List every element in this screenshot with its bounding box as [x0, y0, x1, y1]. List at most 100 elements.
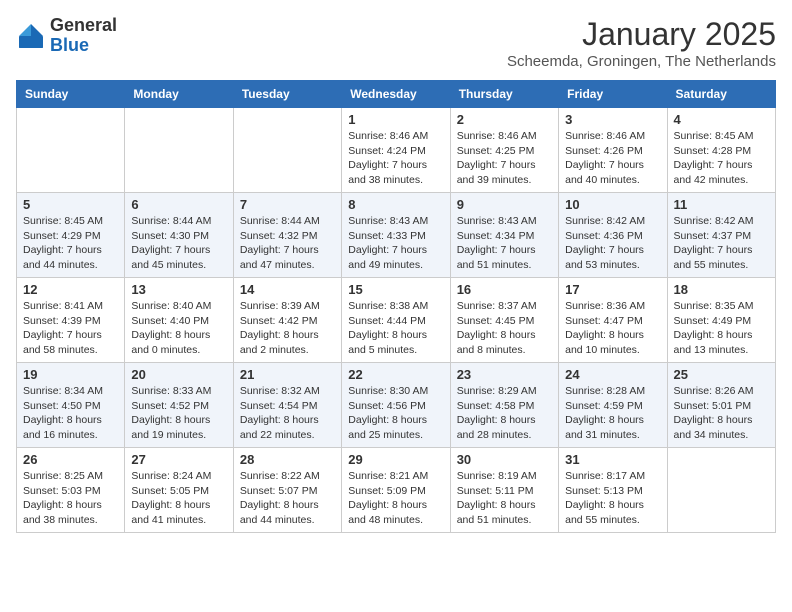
table-row: 28 Sunrise: 8:22 AMSunset: 5:07 PMDayligh… — [233, 448, 341, 533]
col-thursday: Thursday — [450, 81, 558, 108]
day-info: Sunrise: 8:42 AMSunset: 4:36 PMDaylight:… — [565, 214, 660, 273]
col-sunday: Sunday — [17, 81, 125, 108]
logo-icon — [16, 21, 46, 51]
day-info: Sunrise: 8:46 AMSunset: 4:24 PMDaylight:… — [348, 129, 443, 188]
logo-general: General — [50, 15, 117, 35]
table-row: 25 Sunrise: 8:26 AMSunset: 5:01 PMDayligh… — [667, 363, 775, 448]
col-wednesday: Wednesday — [342, 81, 450, 108]
day-number: 18 — [674, 282, 769, 297]
calendar-table: Sunday Monday Tuesday Wednesday Thursday… — [16, 80, 776, 533]
calendar-header-row: Sunday Monday Tuesday Wednesday Thursday… — [17, 81, 776, 108]
table-row: 26Sunrise: 8:25 AMSunset: 5:03 PMDayligh… — [17, 448, 125, 533]
title-block: January 2025 Scheemda, Groningen, The Ne… — [507, 16, 776, 70]
day-number: 16 — [457, 282, 552, 297]
day-info: Sunrise: 8:22 AMSunset: 5:07 PMDaylight:… — [240, 469, 335, 528]
table-row: 6 Sunrise: 8:44 AMSunset: 4:30 PMDaylight… — [125, 193, 233, 278]
day-number: 23 — [457, 367, 552, 382]
day-number: 30 — [457, 452, 552, 467]
day-info: Sunrise: 8:26 AMSunset: 5:01 PMDaylight:… — [674, 384, 769, 443]
table-row: 21 Sunrise: 8:32 AMSunset: 4:54 PMDayligh… — [233, 363, 341, 448]
day-info: Sunrise: 8:44 AMSunset: 4:32 PMDaylight:… — [240, 214, 335, 273]
day-number: 21 — [240, 367, 335, 382]
day-number: 24 — [565, 367, 660, 382]
logo-text: General Blue — [50, 16, 117, 56]
day-number: 13 — [131, 282, 226, 297]
day-number: 5 — [23, 197, 118, 212]
table-row: 24 Sunrise: 8:28 AMSunset: 4:59 PMDayligh… — [559, 363, 667, 448]
table-row: 31 Sunrise: 8:17 AMSunset: 5:13 PMDayligh… — [559, 448, 667, 533]
table-row: 23 Sunrise: 8:29 AMSunset: 4:58 PMDayligh… — [450, 363, 558, 448]
day-info: Sunrise: 8:21 AMSunset: 5:09 PMDaylight:… — [348, 469, 443, 528]
table-row: 18 Sunrise: 8:35 AMSunset: 4:49 PMDayligh… — [667, 278, 775, 363]
day-info: Sunrise: 8:44 AMSunset: 4:30 PMDaylight:… — [131, 214, 226, 273]
logo: General Blue — [16, 16, 117, 56]
table-row: 2 Sunrise: 8:46 AMSunset: 4:25 PMDaylight… — [450, 108, 558, 193]
day-number: 31 — [565, 452, 660, 467]
table-row: 15Sunrise: 8:38 AMSunset: 4:44 PMDayligh… — [342, 278, 450, 363]
day-info: Sunrise: 8:24 AMSunset: 5:05 PMDaylight:… — [131, 469, 226, 528]
table-row — [233, 108, 341, 193]
day-number: 28 — [240, 452, 335, 467]
table-row: 1 Sunrise: 8:46 AMSunset: 4:24 PMDaylight… — [342, 108, 450, 193]
day-info: Sunrise: 8:40 AMSunset: 4:40 PMDaylight:… — [131, 299, 226, 358]
logo-blue: Blue — [50, 35, 89, 55]
table-row: 27 Sunrise: 8:24 AMSunset: 5:05 PMDayligh… — [125, 448, 233, 533]
day-info: Sunrise: 8:32 AMSunset: 4:54 PMDaylight:… — [240, 384, 335, 443]
day-number: 25 — [674, 367, 769, 382]
day-info: Sunrise: 8:45 AMSunset: 4:29 PMDaylight:… — [23, 214, 118, 273]
day-number: 8 — [348, 197, 443, 212]
day-number: 29 — [348, 452, 443, 467]
col-friday: Friday — [559, 81, 667, 108]
day-info: Sunrise: 8:46 AMSunset: 4:26 PMDaylight:… — [565, 129, 660, 188]
calendar-week-row: 1 Sunrise: 8:46 AMSunset: 4:24 PMDaylight… — [17, 108, 776, 193]
day-number: 11 — [674, 197, 769, 212]
table-row: 22Sunrise: 8:30 AMSunset: 4:56 PMDayligh… — [342, 363, 450, 448]
day-info: Sunrise: 8:42 AMSunset: 4:37 PMDaylight:… — [674, 214, 769, 273]
table-row: 4Sunrise: 8:45 AMSunset: 4:28 PMDaylight… — [667, 108, 775, 193]
day-number: 10 — [565, 197, 660, 212]
table-row — [667, 448, 775, 533]
day-info: Sunrise: 8:35 AMSunset: 4:49 PMDaylight:… — [674, 299, 769, 358]
table-row: 19 Sunrise: 8:34 AMSunset: 4:50 PMDayligh… — [17, 363, 125, 448]
day-info: Sunrise: 8:28 AMSunset: 4:59 PMDaylight:… — [565, 384, 660, 443]
day-info: Sunrise: 8:17 AMSunset: 5:13 PMDaylight:… — [565, 469, 660, 528]
table-row: 3Sunrise: 8:46 AMSunset: 4:26 PMDaylight… — [559, 108, 667, 193]
calendar-week-row: 26Sunrise: 8:25 AMSunset: 5:03 PMDayligh… — [17, 448, 776, 533]
day-info: Sunrise: 8:29 AMSunset: 4:58 PMDaylight:… — [457, 384, 552, 443]
table-row: 12 Sunrise: 8:41 AMSunset: 4:39 PMDayligh… — [17, 278, 125, 363]
day-number: 7 — [240, 197, 335, 212]
day-info: Sunrise: 8:30 AMSunset: 4:56 PMDaylight:… — [348, 384, 443, 443]
day-number: 1 — [348, 112, 443, 127]
day-number: 19 — [23, 367, 118, 382]
table-row — [17, 108, 125, 193]
table-row: 5 Sunrise: 8:45 AMSunset: 4:29 PMDaylight… — [17, 193, 125, 278]
day-info: Sunrise: 8:34 AMSunset: 4:50 PMDaylight:… — [23, 384, 118, 443]
location-subtitle: Scheemda, Groningen, The Netherlands — [507, 53, 776, 70]
day-number: 2 — [457, 112, 552, 127]
day-info: Sunrise: 8:43 AMSunset: 4:33 PMDaylight:… — [348, 214, 443, 273]
day-number: 27 — [131, 452, 226, 467]
table-row: 30Sunrise: 8:19 AMSunset: 5:11 PMDayligh… — [450, 448, 558, 533]
table-row: 17Sunrise: 8:36 AMSunset: 4:47 PMDayligh… — [559, 278, 667, 363]
day-number: 26 — [23, 452, 118, 467]
day-info: Sunrise: 8:36 AMSunset: 4:47 PMDaylight:… — [565, 299, 660, 358]
table-row: 11 Sunrise: 8:42 AMSunset: 4:37 PMDayligh… — [667, 193, 775, 278]
table-row: 29 Sunrise: 8:21 AMSunset: 5:09 PMDayligh… — [342, 448, 450, 533]
day-number: 15 — [348, 282, 443, 297]
day-number: 12 — [23, 282, 118, 297]
day-number: 6 — [131, 197, 226, 212]
day-number: 14 — [240, 282, 335, 297]
col-monday: Monday — [125, 81, 233, 108]
table-row — [125, 108, 233, 193]
day-info: Sunrise: 8:46 AMSunset: 4:25 PMDaylight:… — [457, 129, 552, 188]
table-row: 10 Sunrise: 8:42 AMSunset: 4:36 PMDayligh… — [559, 193, 667, 278]
day-number: 9 — [457, 197, 552, 212]
table-row: 14Sunrise: 8:39 AMSunset: 4:42 PMDayligh… — [233, 278, 341, 363]
table-row: 8 Sunrise: 8:43 AMSunset: 4:33 PMDaylight… — [342, 193, 450, 278]
month-title: January 2025 — [507, 16, 776, 53]
calendar-week-row: 12 Sunrise: 8:41 AMSunset: 4:39 PMDayligh… — [17, 278, 776, 363]
day-info: Sunrise: 8:41 AMSunset: 4:39 PMDaylight:… — [23, 299, 118, 358]
table-row: 13 Sunrise: 8:40 AMSunset: 4:40 PMDayligh… — [125, 278, 233, 363]
table-row: 16Sunrise: 8:37 AMSunset: 4:45 PMDayligh… — [450, 278, 558, 363]
table-row: 20Sunrise: 8:33 AMSunset: 4:52 PMDayligh… — [125, 363, 233, 448]
